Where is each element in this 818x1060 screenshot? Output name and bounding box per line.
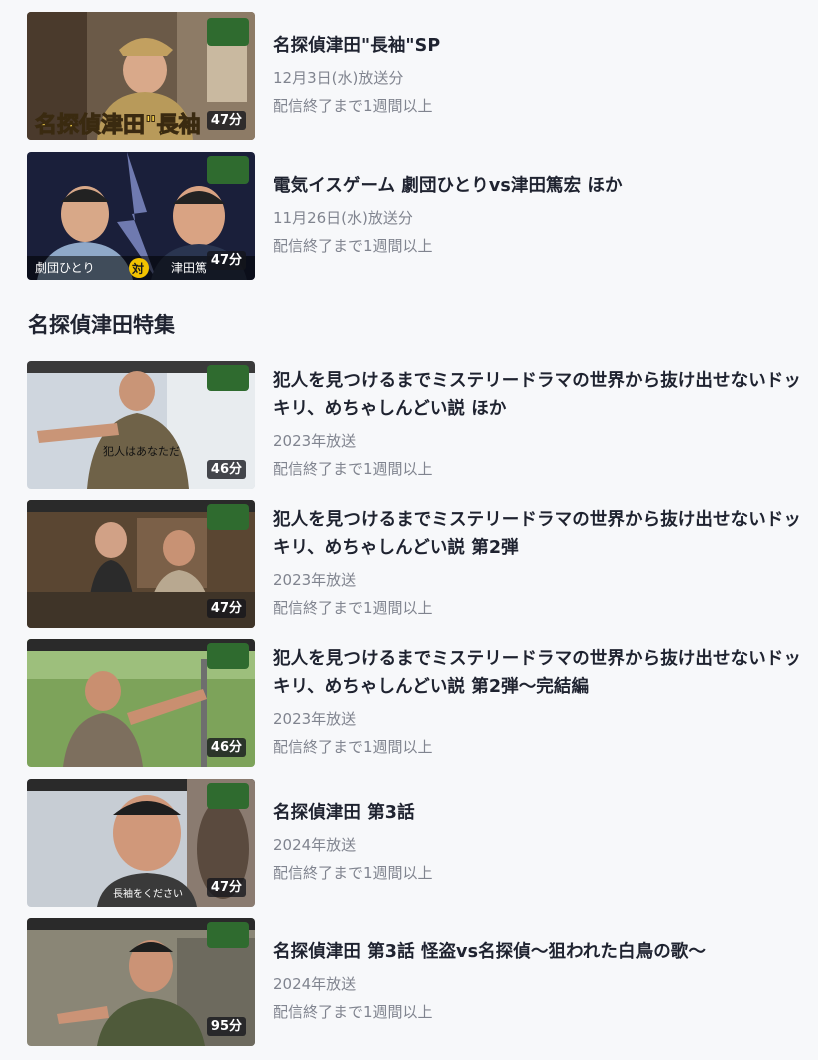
broadcast-date: 2023年放送 bbox=[273, 432, 357, 450]
thumbnail-caption-left: 劇団ひとり bbox=[35, 261, 95, 275]
availability-text: 配信終了まで1週間以上 bbox=[273, 738, 433, 756]
broadcast-date: 2023年放送 bbox=[273, 710, 357, 728]
broadcast-date: 2023年放送 bbox=[273, 571, 357, 589]
section-title: 名探偵津田特集 bbox=[28, 313, 175, 337]
duration-badge: 47分 bbox=[206, 878, 246, 897]
duration-badge: 46分 bbox=[206, 460, 246, 479]
episode-item[interactable]: 名探偵津田"長袖 47分 名探偵津田"長袖"SP 12月3日(水)放送分 配信終… bbox=[27, 12, 807, 140]
episode-info: 電気イスゲーム 劇団ひとりvs津田篤宏 ほか 11月26日(水)放送分 配信終了… bbox=[273, 172, 807, 260]
episode-thumbnail[interactable]: 長袖をください 47分 bbox=[27, 779, 255, 907]
episode-item[interactable]: 46分 犯人を見つけるまでミステリードラマの世界から抜け出せないドッキリ、めちゃ… bbox=[27, 639, 807, 767]
episode-thumbnail[interactable]: 名探偵津田"長袖 47分 bbox=[27, 12, 255, 140]
duration-badge: 95分 bbox=[206, 1017, 246, 1036]
episode-info: 名探偵津田 第3話 怪盗vs名探偵〜狙われた白鳥の歌〜 2024年放送 配信終了… bbox=[273, 938, 807, 1026]
availability-text: 配信終了まで1週間以上 bbox=[273, 97, 433, 115]
episode-info: 名探偵津田"長袖"SP 12月3日(水)放送分 配信終了まで1週間以上 bbox=[273, 32, 807, 120]
episode-item[interactable]: 長袖をください 47分 名探偵津田 第3話 2024年放送 配信終了まで1週間以… bbox=[27, 779, 807, 907]
episode-thumbnail[interactable]: 劇団ひとり 対 津田篤 47分 bbox=[27, 152, 255, 280]
episode-title[interactable]: 名探偵津田"長袖"SP bbox=[273, 32, 807, 60]
episode-info: 犯人を見つけるまでミステリードラマの世界から抜け出せないドッキリ、めちゃしんどい… bbox=[273, 506, 807, 622]
episode-thumbnail[interactable]: 47分 bbox=[27, 500, 255, 628]
episode-title[interactable]: 名探偵津田 第3話 bbox=[273, 799, 807, 827]
duration-badge: 46分 bbox=[206, 738, 246, 757]
episode-thumbnail[interactable]: 95分 bbox=[27, 918, 255, 1046]
availability-text: 配信終了まで1週間以上 bbox=[273, 1003, 433, 1021]
episode-info: 犯人を見つけるまでミステリードラマの世界から抜け出せないドッキリ、めちゃしんどい… bbox=[273, 645, 807, 761]
broadcast-date: 11月26日(水)放送分 bbox=[273, 209, 413, 227]
availability-text: 配信終了まで1週間以上 bbox=[273, 460, 433, 478]
episode-title[interactable]: 犯人を見つけるまでミステリードラマの世界から抜け出せないドッキリ、めちゃしんどい… bbox=[273, 645, 807, 701]
duration-badge: 47分 bbox=[206, 599, 246, 618]
availability-text: 配信終了まで1週間以上 bbox=[273, 237, 433, 255]
thumbnail-caption: 犯人はあなただ bbox=[103, 445, 180, 458]
episode-title[interactable]: 電気イスゲーム 劇団ひとりvs津田篤宏 ほか bbox=[273, 172, 807, 200]
episode-item[interactable]: 劇団ひとり 対 津田篤 47分 電気イスゲーム 劇団ひとりvs津田篤宏 ほか 1… bbox=[27, 152, 807, 280]
episode-thumbnail[interactable]: 46分 bbox=[27, 639, 255, 767]
episode-title[interactable]: 犯人を見つけるまでミステリードラマの世界から抜け出せないドッキリ、めちゃしんどい… bbox=[273, 367, 807, 423]
thumbnail-caption-mid: 対 bbox=[131, 261, 144, 276]
episode-item[interactable]: 47分 犯人を見つけるまでミステリードラマの世界から抜け出せないドッキリ、めちゃ… bbox=[27, 500, 807, 628]
broadcast-date: 12月3日(水)放送分 bbox=[273, 69, 404, 87]
broadcast-date: 2024年放送 bbox=[273, 836, 357, 854]
broadcast-date: 2024年放送 bbox=[273, 975, 357, 993]
availability-text: 配信終了まで1週間以上 bbox=[273, 864, 433, 882]
availability-text: 配信終了まで1週間以上 bbox=[273, 599, 433, 617]
episode-info: 名探偵津田 第3話 2024年放送 配信終了まで1週間以上 bbox=[273, 799, 807, 887]
episode-title[interactable]: 名探偵津田 第3話 怪盗vs名探偵〜狙われた白鳥の歌〜 bbox=[273, 938, 807, 966]
thumbnail-caption-right: 津田篤 bbox=[171, 261, 207, 275]
thumbnail-caption: 名探偵津田"長袖 bbox=[35, 112, 200, 138]
episode-title[interactable]: 犯人を見つけるまでミステリードラマの世界から抜け出せないドッキリ、めちゃしんどい… bbox=[273, 506, 807, 562]
duration-badge: 47分 bbox=[206, 251, 246, 270]
duration-badge: 47分 bbox=[206, 111, 246, 130]
episode-thumbnail[interactable]: 犯人はあなただ 46分 bbox=[27, 361, 255, 489]
episode-info: 犯人を見つけるまでミステリードラマの世界から抜け出せないドッキリ、めちゃしんどい… bbox=[273, 367, 807, 483]
episode-item[interactable]: 95分 名探偵津田 第3話 怪盗vs名探偵〜狙われた白鳥の歌〜 2024年放送 … bbox=[27, 918, 807, 1046]
thumbnail-caption: 長袖をください bbox=[113, 887, 183, 900]
episode-item[interactable]: 犯人はあなただ 46分 犯人を見つけるまでミステリードラマの世界から抜け出せない… bbox=[27, 361, 807, 489]
